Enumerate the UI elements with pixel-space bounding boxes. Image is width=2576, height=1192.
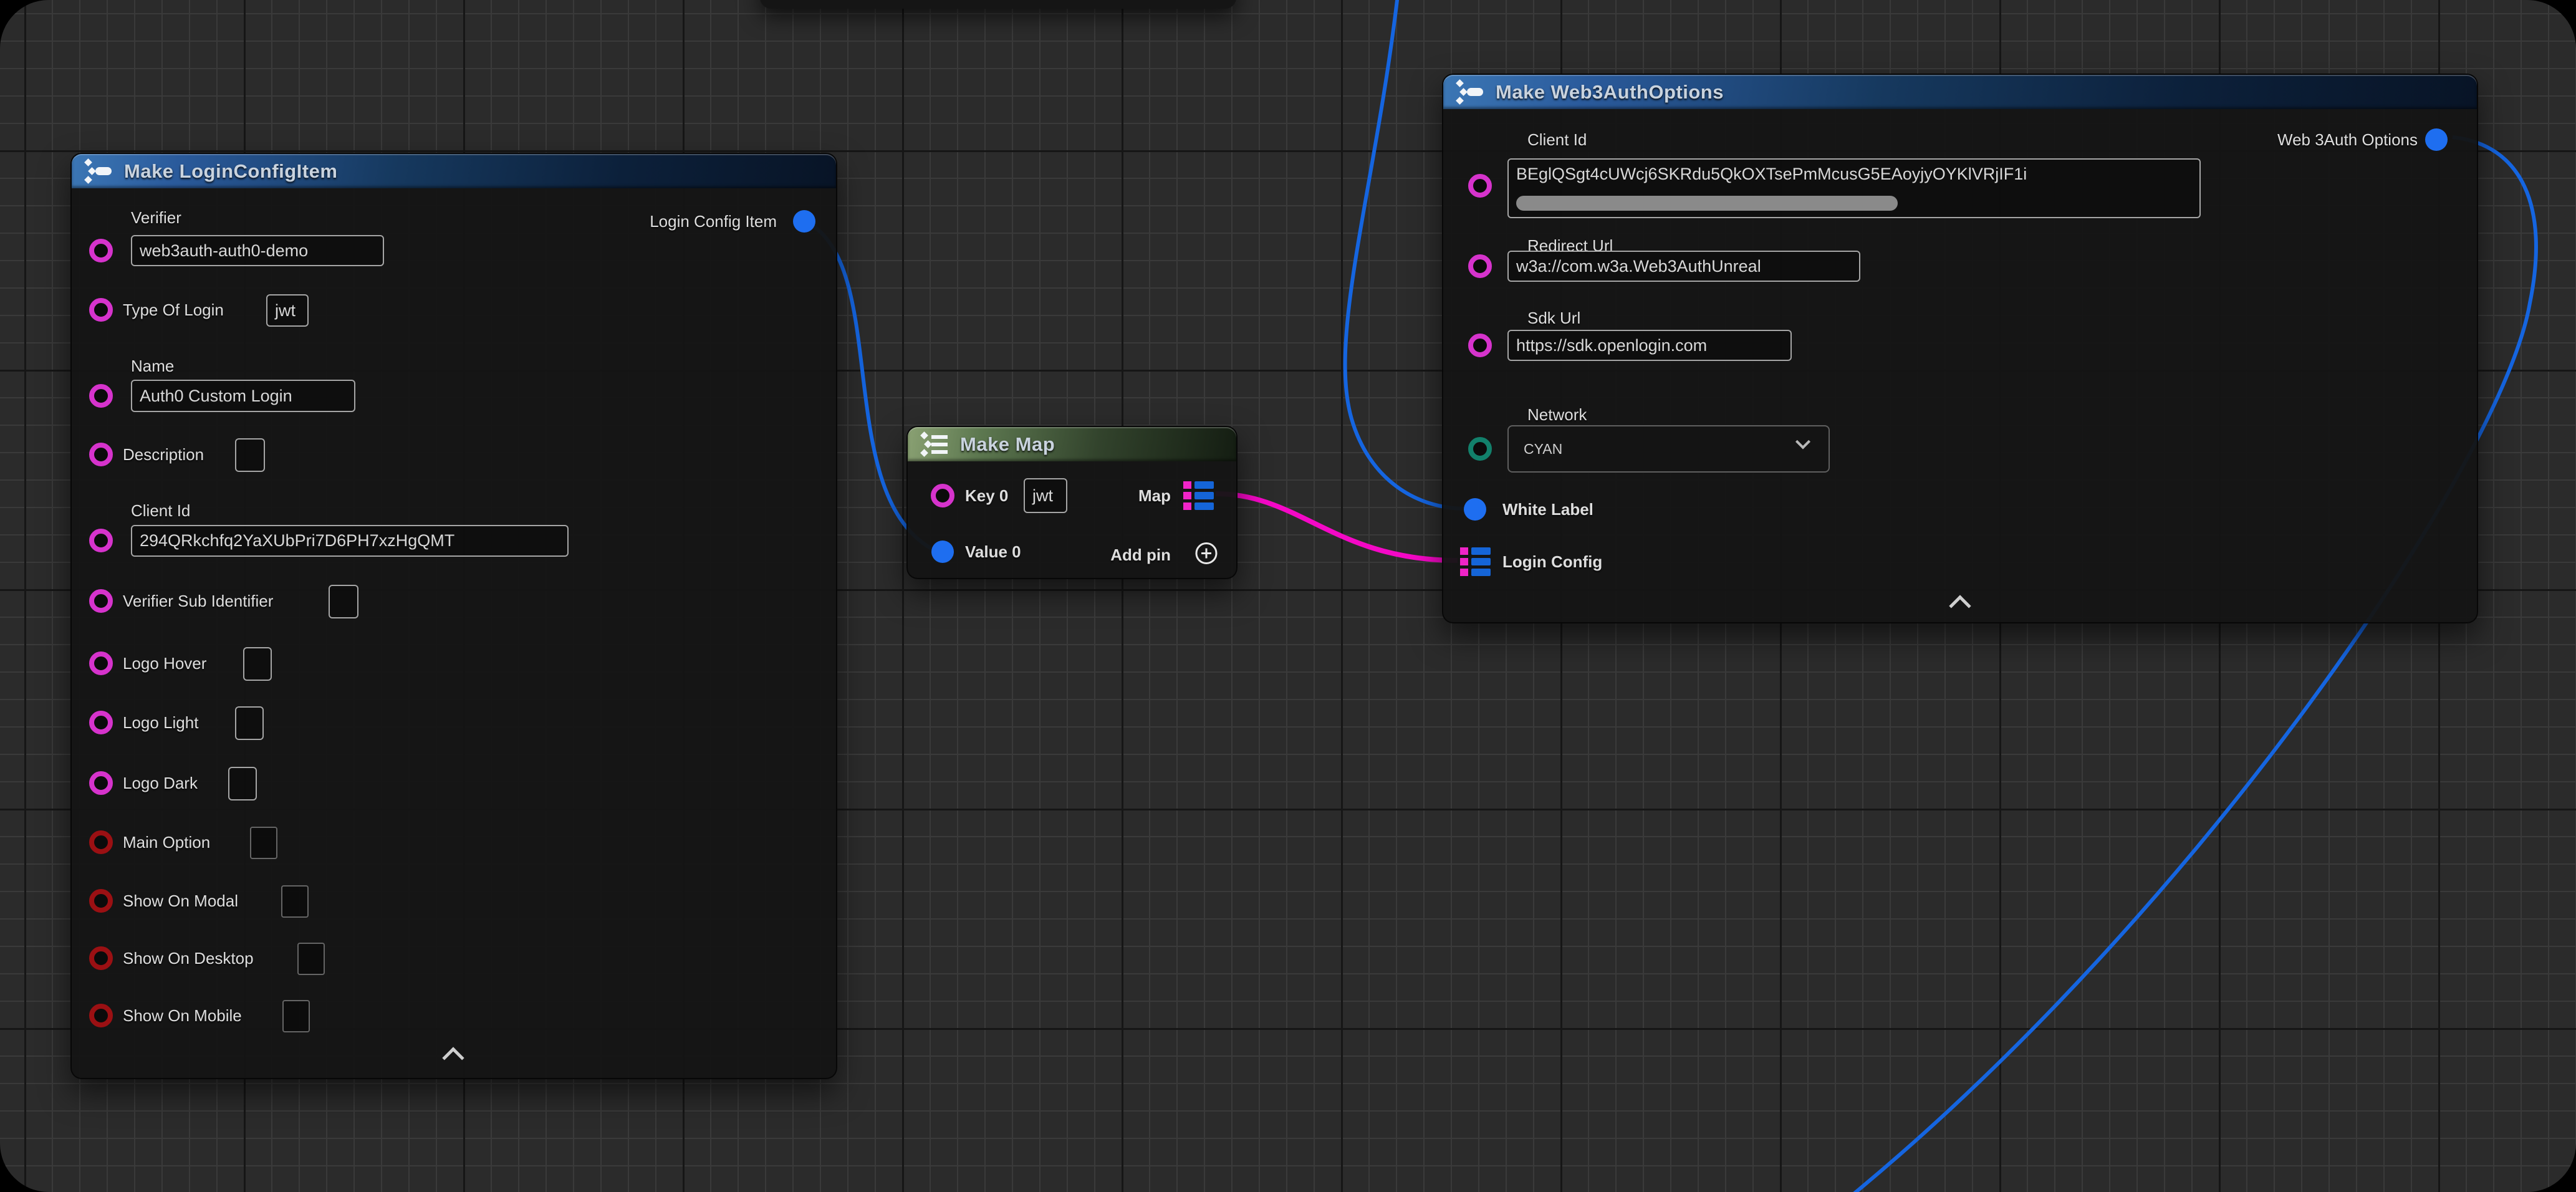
client-id-pin[interactable] (1468, 174, 1492, 198)
key0-input[interactable]: jwt (1024, 478, 1067, 513)
verifier-input[interactable]: web3auth-auth0-demo (131, 235, 384, 266)
pin-label-show-on-desktop: Show On Desktop (123, 949, 254, 968)
blueprint-graph-canvas[interactable]: Make LoginConfigItem Login Config Item V… (0, 0, 2576, 1192)
show-on-mobile-checkbox[interactable] (282, 1000, 310, 1032)
client-id-input[interactable]: 294QRkchfq2YaXUbPri7D6PH7xzHgQMT (131, 525, 569, 557)
collapse-node-chevron-icon[interactable] (442, 1047, 464, 1069)
client-id-scrollbar[interactable] (1516, 196, 1898, 211)
name-value: Auth0 Custom Login (140, 387, 292, 406)
logo-light-input[interactable] (235, 706, 264, 740)
show-on-desktop-pin[interactable] (89, 946, 113, 970)
pin-label-logo-dark: Logo Dark (123, 774, 198, 792)
pin-label-map-output: Map (1138, 486, 1171, 505)
node-header-make-web3authoptions[interactable]: Make Web3AuthOptions (1443, 75, 2477, 109)
pin-label-logo-hover: Logo Hover (123, 654, 206, 673)
verifier-sub-identifier-pin[interactable] (89, 589, 113, 613)
web3auth-options-output-pin[interactable] (2425, 128, 2448, 151)
redirect-url-input[interactable]: w3a://com.w3a.Web3AuthUnreal (1507, 251, 1860, 282)
node-title: Make Map (960, 433, 1055, 456)
show-on-modal-pin[interactable] (89, 889, 113, 913)
node-title: Make LoginConfigItem (124, 160, 337, 183)
client-id-value: BEglQSgt4cUWcj6SKRdu5QkOXTsePmMcusG5EAoy… (1516, 165, 2027, 184)
add-pin-button[interactable] (1194, 542, 1218, 569)
network-value: CYAN (1524, 441, 1803, 458)
add-pin-label: Add pin (1110, 546, 1171, 564)
collapse-node-chevron-icon[interactable] (1949, 595, 1971, 617)
verifier-pin[interactable] (89, 239, 113, 262)
pin-label-key0: Key 0 (965, 486, 1008, 505)
key0-value: jwt (1032, 486, 1053, 506)
logo-light-pin[interactable] (89, 711, 113, 734)
pin-label-show-on-mobile: Show On Mobile (123, 1006, 242, 1025)
network-pin[interactable] (1468, 437, 1492, 461)
field-label-client-id: Client Id (1527, 130, 1587, 149)
type-of-login-value: jwt (275, 301, 296, 320)
verifier-value: web3auth-auth0-demo (140, 241, 308, 261)
struct-make-icon (84, 158, 113, 185)
pin-label-show-on-modal: Show On Modal (123, 892, 238, 910)
offscreen-node-edge (760, 0, 1236, 9)
node-make-loginconfigitem: Make LoginConfigItem Login Config Item V… (70, 153, 837, 1079)
main-option-checkbox[interactable] (250, 827, 277, 859)
verifier-sub-identifier-input[interactable] (329, 585, 358, 618)
pin-label-white-label: White Label (1502, 500, 1593, 519)
show-on-mobile-pin[interactable] (89, 1004, 113, 1027)
sdk-url-pin[interactable] (1468, 334, 1492, 357)
client-id-pin[interactable] (89, 529, 113, 552)
login-config-item-output-pin[interactable] (793, 210, 815, 233)
sdk-url-value: https://sdk.openlogin.com (1516, 336, 1707, 355)
pin-label-verifier-sub-identifier: Verifier Sub Identifier (123, 592, 273, 610)
name-pin[interactable] (89, 384, 113, 408)
description-input[interactable] (235, 438, 265, 472)
output-pin-label: Web 3Auth Options (2277, 130, 2418, 149)
white-label-pin[interactable] (1464, 498, 1486, 521)
pin-label-verifier: Verifier (131, 208, 181, 227)
output-pin-label: Login Config Item (650, 212, 777, 231)
type-of-login-input[interactable]: jwt (266, 294, 309, 327)
node-header-make-loginconfigitem[interactable]: Make LoginConfigItem (72, 154, 836, 188)
map-make-icon (920, 431, 949, 458)
redirect-url-value: w3a://com.w3a.Web3AuthUnreal (1516, 257, 1761, 276)
pin-label-client-id: Client Id (131, 501, 190, 520)
main-option-pin[interactable] (89, 830, 113, 854)
node-make-web3authoptions: Make Web3AuthOptions Web 3Auth Options C… (1442, 74, 2478, 623)
pin-label-logo-light: Logo Light (123, 713, 198, 732)
logo-hover-pin[interactable] (89, 651, 113, 675)
pin-label-type-of-login: Type Of Login (123, 300, 224, 319)
node-title: Make Web3AuthOptions (1496, 81, 1724, 103)
redirect-url-pin[interactable] (1468, 254, 1492, 278)
show-on-desktop-checkbox[interactable] (297, 943, 325, 975)
client-id-value: 294QRkchfq2YaXUbPri7D6PH7xzHgQMT (140, 531, 454, 550)
sdk-url-input[interactable]: https://sdk.openlogin.com (1507, 330, 1792, 361)
logo-dark-input[interactable] (228, 767, 257, 800)
wire-map-to-loginconfig[interactable] (1216, 494, 1458, 560)
pin-label-login-config: Login Config (1502, 552, 1602, 571)
logo-dark-pin[interactable] (89, 771, 113, 795)
pin-label-value0: Value 0 (965, 542, 1021, 561)
logo-hover-input[interactable] (243, 647, 272, 681)
field-label-sdk-url: Sdk Url (1527, 309, 1580, 327)
client-id-input[interactable]: BEglQSgt4cUWcj6SKRdu5QkOXTsePmMcusG5EAoy… (1507, 158, 2201, 218)
show-on-modal-checkbox[interactable] (281, 885, 309, 918)
field-label-network: Network (1527, 405, 1587, 424)
pin-label-name: Name (131, 357, 174, 375)
login-config-pin[interactable] (1460, 547, 1491, 576)
pin-label-description: Description (123, 445, 204, 464)
pin-label-main-option: Main Option (123, 833, 210, 852)
type-of-login-pin[interactable] (89, 298, 113, 322)
network-dropdown[interactable]: CYAN (1507, 425, 1830, 473)
node-header-make-map[interactable]: Make Map (908, 427, 1236, 461)
key0-pin[interactable] (931, 484, 954, 507)
value0-pin[interactable] (931, 541, 954, 563)
struct-make-icon (1456, 79, 1484, 105)
description-pin[interactable] (89, 443, 113, 466)
node-make-map: Make Map Key 0 jwt Value 0 Map Add pin (906, 426, 1238, 579)
map-output-pin[interactable] (1183, 481, 1214, 510)
name-input[interactable]: Auth0 Custom Login (131, 380, 355, 412)
